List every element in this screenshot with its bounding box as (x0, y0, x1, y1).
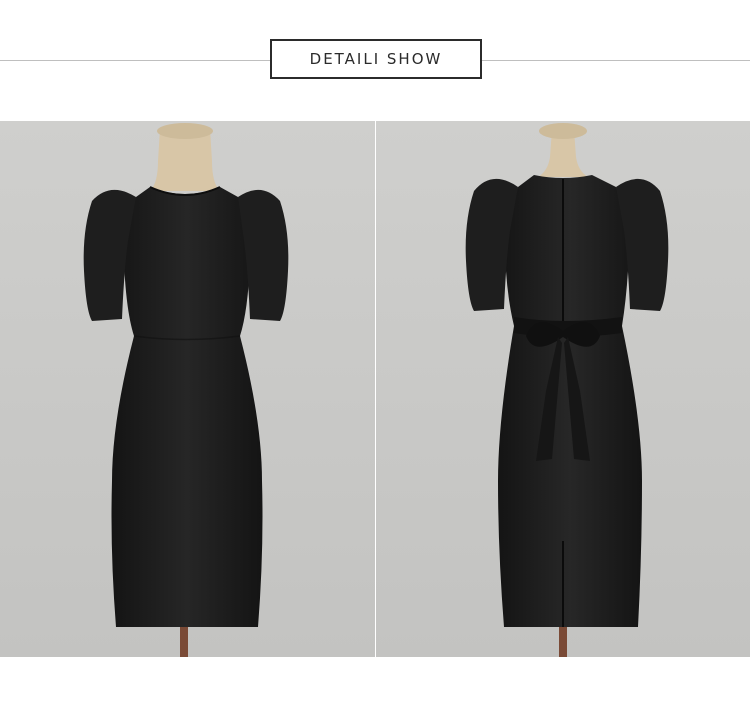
header-rule-right (482, 60, 750, 61)
header-title: DETAILI SHOW (309, 50, 443, 68)
stand-pole (559, 627, 567, 657)
dress-photo-front (0, 121, 375, 657)
title-box: DETAILI SHOW (270, 39, 482, 79)
detail-header: DETAILI SHOW (0, 0, 750, 120)
header-rule-left (0, 60, 270, 61)
mannequin-neck-top (539, 123, 587, 139)
bottom-whitespace (0, 657, 750, 705)
dress-body (111, 187, 263, 627)
dress-photo-back (376, 121, 750, 657)
stand-pole (180, 627, 188, 657)
dress-back-illustration (376, 121, 750, 657)
dress-front-illustration (0, 121, 375, 657)
mannequin-neck-top (157, 123, 213, 139)
